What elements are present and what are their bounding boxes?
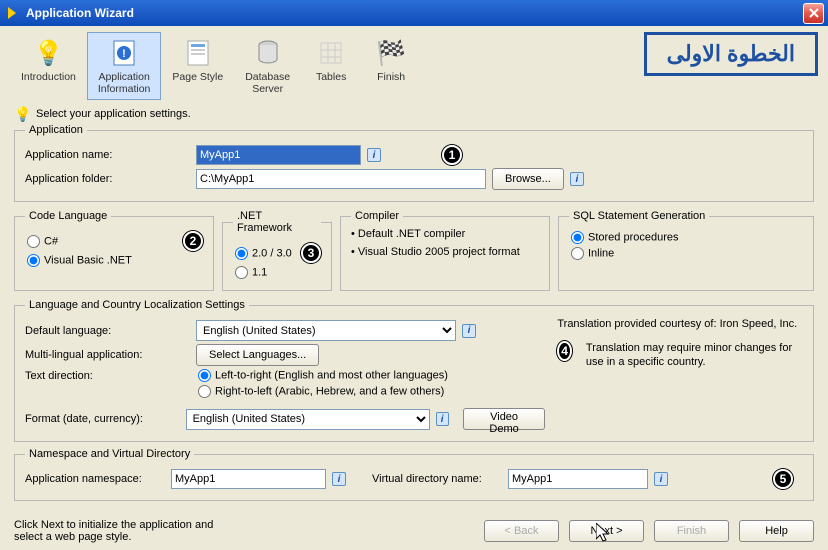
instruction-text: Select your application settings. [36,108,191,120]
default-lang-select[interactable]: English (United States) [196,320,456,341]
finish-flag-icon: 🏁 [375,37,407,69]
footer-hint: Click Next to initialize the application… [14,519,239,543]
app-name-input[interactable] [196,145,361,165]
annotation-step-label: الخطوة الاولى [644,32,818,76]
format-label: Format (date, currency): [25,413,180,425]
app-name-label: Application name: [25,149,190,161]
tab-database-server[interactable]: Database Server [234,32,301,100]
lightbulb-icon: 💡 [14,106,30,122]
default-lang-label: Default language: [25,325,190,337]
namespace-label: Application namespace: [25,473,165,485]
lightbulb-icon: 💡 [32,37,64,69]
badge-3: 3 [301,243,321,263]
titlebar: Application Wizard [0,0,828,26]
localization-legend: Language and Country Localization Settin… [25,299,249,311]
app-folder-label: Application folder: [25,173,190,185]
footer-bar: Click Next to initialize the application… [0,513,828,547]
radio-vbnet[interactable]: Visual Basic .NET [25,254,132,267]
radio-inline[interactable]: Inline [569,247,614,260]
sql-legend: SQL Statement Generation [569,210,709,222]
badge-1: 1 [442,145,462,165]
badge-2: 2 [183,231,203,251]
database-icon [252,37,284,69]
info-icon[interactable]: i [462,324,476,338]
compiler-legend: Compiler [351,210,403,222]
net-framework-group: .NET Framework 2.0 / 3.0 3 1.1 [222,210,332,291]
tab-tables[interactable]: Tables [301,32,361,88]
virtual-dir-label: Virtual directory name: [372,473,502,485]
application-group: Application Application name: i 1 Applic… [14,124,814,202]
badge-5: 5 [773,469,793,489]
namespace-group: Namespace and Virtual Directory Applicat… [14,448,814,501]
code-language-legend: Code Language [25,210,111,222]
info-icon[interactable]: i [436,412,449,426]
format-select[interactable]: English (United States) [186,409,430,430]
virtual-dir-input[interactable] [508,469,648,489]
video-demo-button[interactable]: Video Demo [463,408,546,430]
browse-button[interactable]: Browse... [492,168,564,190]
text-direction-label: Text direction: [25,370,190,382]
back-button[interactable]: < Back [484,520,559,542]
translation-credit: Translation provided courtesy of: Iron S… [557,317,803,331]
page-icon [182,37,214,69]
radio-net11[interactable]: 1.1 [233,266,267,279]
translation-note: Translation may require minor changes fo… [586,341,803,369]
wizard-toolbar: 💡 Introduction ! Application Information… [0,26,828,104]
compiler-line2: Visual Studio 2005 project format [351,246,539,258]
application-legend: Application [25,124,87,136]
radio-net20[interactable]: 2.0 / 3.0 [233,247,292,260]
multi-lang-label: Multi-lingual application: [25,349,190,361]
tables-icon [315,37,347,69]
app-icon [4,5,20,21]
info-doc-icon: ! [108,37,140,69]
close-button[interactable] [803,3,824,24]
localization-group: Language and Country Localization Settin… [14,299,814,442]
tab-page-style[interactable]: Page Style [161,32,234,88]
compiler-group: Compiler Default .NET compiler Visual St… [340,210,550,291]
code-language-group: Code Language C# 2 Visual Basic .NET [14,210,214,291]
tab-introduction[interactable]: 💡 Introduction [10,32,87,88]
radio-ltr[interactable]: Left-to-right (English and most other la… [196,369,448,382]
namespace-legend: Namespace and Virtual Directory [25,448,194,460]
sql-group: SQL Statement Generation Stored procedur… [558,210,814,291]
tab-application-information[interactable]: ! Application Information [87,32,162,100]
info-icon[interactable]: i [654,472,668,486]
radio-rtl[interactable]: Right-to-left (Arabic, Hebrew, and a few… [196,385,444,398]
badge-4: 4 [557,341,572,361]
tab-finish[interactable]: 🏁 Finish [361,32,421,88]
select-languages-button[interactable]: Select Languages... [196,344,319,366]
compiler-line1: Default .NET compiler [351,228,539,240]
info-icon[interactable]: i [570,172,584,186]
finish-button[interactable]: Finish [654,520,729,542]
radio-stored[interactable]: Stored procedures [569,231,679,244]
app-folder-input[interactable] [196,169,486,189]
svg-text:!: ! [122,48,126,60]
radio-csharp[interactable]: C# [25,235,58,248]
namespace-input[interactable] [171,469,326,489]
help-button[interactable]: Help [739,520,814,542]
info-icon[interactable]: i [332,472,346,486]
window-title: Application Wizard [26,6,803,20]
info-icon[interactable]: i [367,148,381,162]
next-button[interactable]: Next > [569,520,644,542]
net-framework-legend: .NET Framework [233,210,321,234]
